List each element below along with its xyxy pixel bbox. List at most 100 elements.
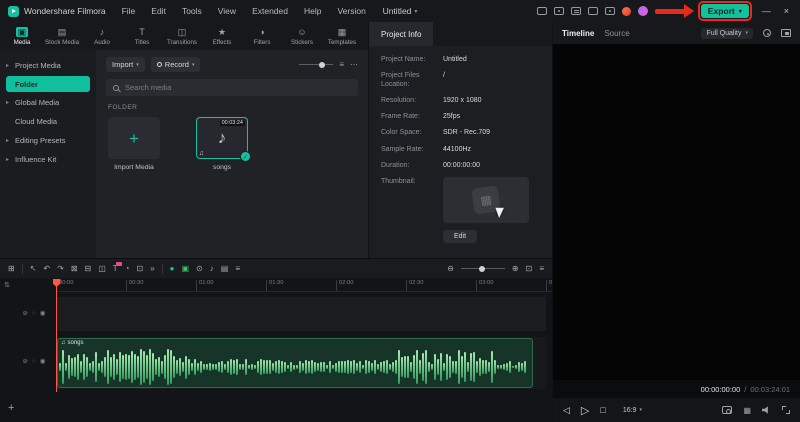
tab-titles[interactable]: T Titles	[122, 27, 162, 46]
menu-help[interactable]: Help	[296, 6, 329, 16]
tab-timeline-preview[interactable]: Timeline	[562, 29, 594, 38]
play-button[interactable]: ▷	[581, 404, 589, 417]
delete-icon[interactable]: ⊠	[71, 265, 78, 273]
audio-mixer-icon[interactable]: ≡	[235, 265, 240, 273]
keyboard-shortcut-icon[interactable]	[571, 7, 581, 15]
stop-button[interactable]: □	[600, 405, 605, 415]
more-tools-icon[interactable]: »	[150, 265, 154, 273]
lock-icon[interactable]: ⊘	[23, 309, 28, 317]
track-reorder-icon[interactable]: ⇅	[4, 281, 10, 289]
render-grid-icon[interactable]: ▦	[743, 406, 751, 415]
tab-filters[interactable]: ◑ Filters	[242, 27, 282, 46]
audio-tool-icon[interactable]: ♪	[210, 265, 214, 273]
project-title-caret-icon[interactable]: ▾	[414, 8, 417, 15]
visibility-icon[interactable]: ◉	[40, 309, 46, 317]
tab-audio[interactable]: ♪ Audio	[82, 27, 122, 46]
update-dot-icon[interactable]	[622, 7, 631, 16]
more-options-icon[interactable]: ⋯	[350, 60, 358, 69]
redo-icon[interactable]: ↷	[57, 265, 64, 273]
ruler-tick: 00:30	[126, 280, 144, 292]
workspace-layout-icon[interactable]	[537, 7, 547, 15]
import-media-tile[interactable]: + Import Media	[108, 117, 160, 171]
tab-templates[interactable]: ▦ Templates	[322, 27, 362, 46]
export-caret-icon: ▾	[739, 8, 742, 15]
zoom-in-icon[interactable]: ⊕	[512, 265, 519, 273]
voiceover-record-icon[interactable]: ●	[170, 265, 175, 273]
menu-file[interactable]: File	[114, 6, 144, 16]
import-media-tile-box[interactable]: +	[108, 117, 160, 159]
edit-button[interactable]: Edit	[443, 230, 477, 243]
text-tool-icon[interactable]: T	[113, 265, 118, 273]
add-track-button[interactable]: +	[8, 402, 14, 414]
mic-icon[interactable]: ⊙	[196, 265, 203, 273]
close-button[interactable]: ×	[781, 6, 792, 16]
split-icon[interactable]: ⊟	[85, 265, 92, 273]
pointer-tool-icon[interactable]: ↖	[30, 265, 37, 273]
filters-tab-icon: ◑	[259, 27, 264, 37]
aspect-ratio-dropdown[interactable]: 16:9 ▾	[623, 407, 642, 414]
sidebar-item-global-media[interactable]: Global Media	[0, 93, 96, 112]
display-settings-icon[interactable]	[763, 29, 771, 37]
screen-record-icon[interactable]	[588, 7, 598, 15]
notification-icon[interactable]	[605, 7, 615, 15]
search-box[interactable]	[106, 79, 358, 96]
zoom-fit-icon[interactable]: ⊡	[526, 265, 533, 273]
crop-icon[interactable]: ◫	[98, 265, 106, 273]
audio-track-lane[interactable]: ♫ songs	[56, 337, 546, 389]
sidebar-item-cloud-media[interactable]: Cloud Media	[0, 112, 96, 131]
sidebar-item-editing-presets[interactable]: Editing Presets	[0, 131, 96, 150]
device-icon[interactable]	[554, 7, 564, 15]
tab-transitions[interactable]: ◫ Transitions	[162, 27, 202, 46]
tab-source-preview[interactable]: Source	[604, 29, 629, 38]
menu-tools[interactable]: Tools	[174, 6, 210, 16]
record-button[interactable]: Record ▾	[151, 57, 201, 72]
detach-window-icon[interactable]	[781, 29, 791, 37]
sidebar-item-folder[interactable]: Folder	[6, 76, 90, 92]
user-avatar[interactable]	[638, 6, 648, 16]
keyboard-icon[interactable]: ▤	[221, 265, 229, 273]
mute-icon[interactable]: ◌	[32, 310, 36, 317]
speaker-icon[interactable]	[762, 406, 771, 414]
tab-effects[interactable]: ★ Effects	[202, 27, 242, 46]
ruler-tick: 01:00	[196, 280, 214, 292]
record-icon	[157, 62, 162, 67]
tab-media[interactable]: ▣ Media	[2, 27, 42, 46]
menu-version[interactable]: Version	[329, 6, 373, 16]
sidebar-item-influence-kit[interactable]: Influence Kit	[0, 150, 96, 169]
timeline-ruler[interactable]: 00:00 00:30 01:00 01:30 02:00 02:30 03:0…	[56, 279, 552, 292]
playhead[interactable]	[56, 279, 57, 392]
panel-layout-icon[interactable]: ⊞	[8, 265, 15, 273]
zoom-out-icon[interactable]: ⊖	[447, 265, 454, 273]
export-button[interactable]: Export ▾	[701, 4, 749, 18]
fullscreen-icon[interactable]	[782, 406, 790, 414]
tab-stock-media[interactable]: ▤ Stock Media	[42, 27, 82, 46]
songs-tile-label: songs	[196, 164, 248, 171]
mute-icon[interactable]: ◌	[32, 358, 36, 365]
previous-frame-button[interactable]: ◁	[563, 405, 570, 416]
songs-media-tile[interactable]: ♪ 00:03:24 ♫ ✓ songs	[196, 117, 248, 171]
speed-icon[interactable]: ◔	[125, 265, 130, 273]
undo-icon[interactable]: ↶	[43, 265, 50, 273]
sidebar-item-project-media[interactable]: Project Media	[0, 56, 96, 75]
snapshot-icon[interactable]	[722, 406, 732, 414]
video-track-lane[interactable]	[56, 297, 546, 331]
menu-extended[interactable]: Extended	[244, 6, 296, 16]
audio-clip[interactable]: ♫ songs	[57, 338, 533, 388]
lock-icon[interactable]: ⊘	[23, 357, 28, 365]
filter-icon[interactable]: ≡	[339, 60, 344, 69]
screen-record-tool-icon[interactable]: ▣	[182, 265, 190, 273]
menu-edit[interactable]: Edit	[143, 6, 174, 16]
timeline-zoom-slider[interactable]	[461, 268, 505, 269]
menu-view[interactable]: View	[210, 6, 244, 16]
import-button[interactable]: Import ▾	[106, 57, 145, 72]
marker-icon[interactable]: ⊡	[137, 265, 144, 273]
thumbnail-size-slider[interactable]	[299, 64, 333, 65]
project-thumbnail[interactable]: ▦	[443, 177, 529, 223]
track-manage-icon[interactable]: ≡	[539, 265, 544, 273]
songs-tile-box[interactable]: ♪ 00:03:24 ♫ ✓	[196, 117, 248, 159]
quality-dropdown[interactable]: Full Quality ▾	[701, 28, 753, 39]
search-input[interactable]	[125, 83, 351, 92]
minimize-button[interactable]: —	[759, 6, 774, 16]
tab-stickers[interactable]: ☺ Stickers	[282, 27, 322, 46]
visibility-icon[interactable]: ◉	[40, 357, 46, 365]
